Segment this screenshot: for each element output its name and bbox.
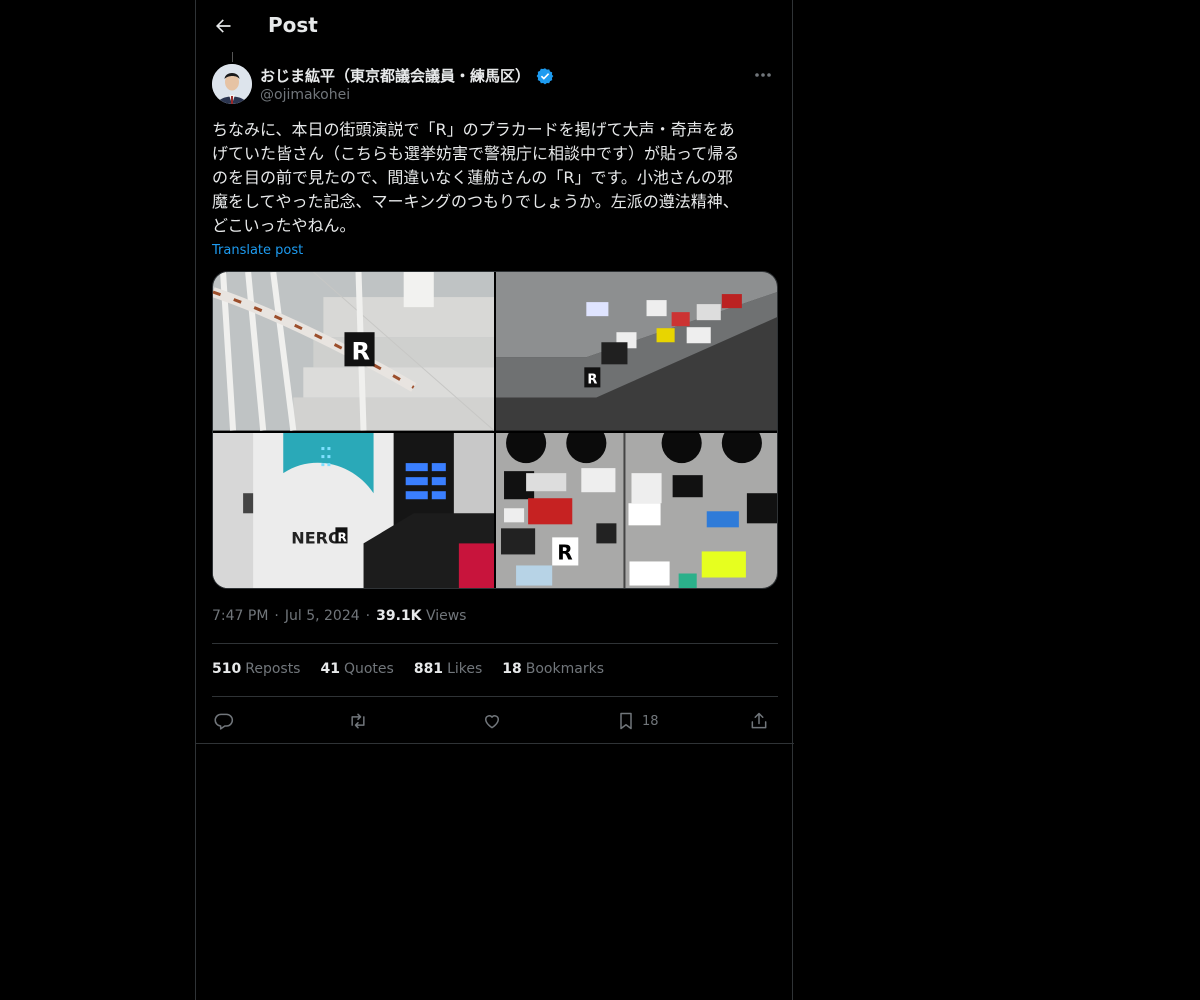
divider <box>212 696 778 697</box>
likes-label: Likes <box>447 661 483 677</box>
svg-text:R: R <box>587 372 597 387</box>
post-meta: 7:47 PM · Jul 5, 2024 · 39.1K Views <box>212 608 466 624</box>
thread-connector <box>232 52 233 62</box>
heart-icon <box>485 715 499 729</box>
railing-sticker-photo[interactable]: R <box>213 272 494 431</box>
views-count: 39.1K <box>376 608 422 624</box>
reposts-stat[interactable]: 510 Reposts <box>212 661 300 677</box>
views[interactable]: 39.1K Views <box>376 608 466 624</box>
likes-stat[interactable]: 881 Likes <box>414 661 482 677</box>
reposts-count: 510 <box>212 661 242 677</box>
divider <box>196 743 794 744</box>
arrow-left-icon <box>216 19 231 33</box>
repost-button[interactable] <box>348 708 368 734</box>
back-button[interactable] <box>208 11 238 41</box>
vending-machine-photo[interactable]: NERO R <box>213 432 494 588</box>
share-icon <box>751 712 767 729</box>
divider <box>212 643 778 644</box>
page-title: Post <box>268 13 318 37</box>
svg-text:R: R <box>337 530 347 544</box>
meta-separator: · <box>274 608 279 624</box>
repost-icon <box>351 713 365 729</box>
author-display-name[interactable]: おじま紘平（東京都議会議員・練馬区） <box>260 65 530 86</box>
quotes-stat[interactable]: 41 Quotes <box>320 661 393 677</box>
more-horizontal-icon <box>755 73 771 77</box>
bookmark-button[interactable]: 18 <box>616 708 659 734</box>
likes-count: 881 <box>413 661 444 677</box>
reply-button[interactable] <box>214 708 234 734</box>
reposts-label: Reposts <box>245 661 301 677</box>
post-text: ちなみに、本日の街頭演説で「R」のプラカードを掲げて大声・奇声をあ げていた皆さ… <box>212 120 740 235</box>
bookmark-icon <box>620 712 632 730</box>
bookmarks-stat[interactable]: 18 Bookmarks <box>502 661 604 677</box>
meta-separator: · <box>365 608 371 624</box>
more-options-button[interactable] <box>750 64 776 86</box>
like-button[interactable] <box>482 708 502 734</box>
share-button[interactable] <box>749 708 769 734</box>
wall-stickers-photo[interactable]: R <box>496 432 777 588</box>
reply-icon <box>214 713 234 730</box>
svg-text:R: R <box>351 337 370 365</box>
bookmarks-count: 18 <box>502 661 522 677</box>
media-grid: R R NERO R R <box>212 271 778 589</box>
avatar[interactable] <box>212 64 252 104</box>
post-column: Post おじま紘平（東京都議会議員・練馬区） @ojimakohei ちなみに… <box>195 0 794 1000</box>
svg-text:R: R <box>557 540 573 564</box>
svg-text:NERO: NERO <box>291 528 341 547</box>
author-handle[interactable]: @ojimakohei <box>260 87 350 103</box>
quotes-label: Quotes <box>343 661 394 677</box>
bookmarks-label: Bookmarks <box>525 661 604 677</box>
quotes-count: 41 <box>320 661 340 677</box>
post-time[interactable]: 7:47 PM <box>212 608 268 624</box>
verified-badge-icon <box>536 67 554 84</box>
post-stats: 510 Reposts 41 Quotes 881 Likes 18 Bookmarks <box>212 661 604 677</box>
translate-post-link[interactable]: Translate post <box>212 243 303 258</box>
curb-stickers-photo[interactable]: R <box>496 272 777 431</box>
post-date[interactable]: Jul 5, 2024 <box>285 608 360 624</box>
post-header: Post <box>196 0 794 53</box>
views-label: Views <box>425 608 467 624</box>
author-name-row: おじま紘平（東京都議会議員・練馬区） <box>260 65 554 86</box>
action-bar: 18 <box>212 708 778 734</box>
bookmark-count: 18 <box>642 713 659 729</box>
